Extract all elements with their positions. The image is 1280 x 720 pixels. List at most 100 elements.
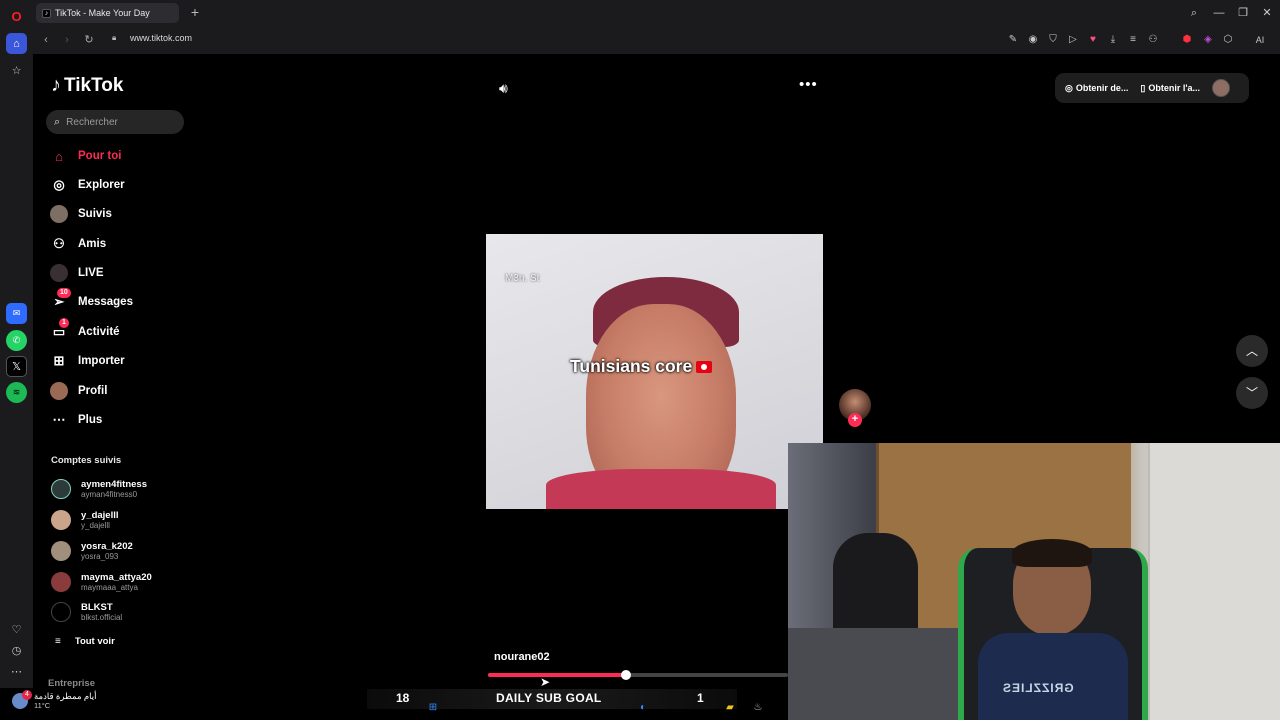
whatsapp-icon[interactable]: ✆ (6, 330, 27, 351)
creator-username[interactable]: nourane02 (494, 651, 550, 663)
get-coins-button[interactable]: ◎ Obtenir de... (1065, 83, 1128, 94)
account-handle: blkst.official (81, 613, 123, 622)
adblock-icon[interactable]: ⬢ (1180, 33, 1194, 47)
browser-tab[interactable]: ♪ TikTok - Make Your Day (36, 3, 179, 23)
url-field[interactable]: www.tiktok.com (130, 33, 192, 43)
new-tab-button[interactable]: + (185, 3, 205, 23)
heart-icon[interactable]: ♡ (6, 619, 27, 640)
play-icon[interactable]: ▷ (1066, 33, 1080, 47)
camera-icon[interactable]: ◉ (1026, 33, 1040, 47)
heart-icon[interactable]: ♥ (1086, 33, 1100, 47)
nav-label: Plus (78, 414, 103, 426)
volume-icon[interactable]: 🔊︎ (499, 80, 508, 97)
windows-start-icon[interactable]: ⊞ (426, 701, 440, 715)
nav-profil[interactable]: Profil (50, 380, 107, 402)
steam-icon[interactable]: ♨ (751, 701, 765, 715)
extensions-icon[interactable]: ⬡ (1221, 33, 1235, 47)
tiktok-logo[interactable]: ♪ TikTok (51, 74, 123, 97)
following-account[interactable]: BLKST blkst.official (51, 599, 122, 625)
video-caption: Tunisians core (570, 356, 713, 377)
profile-avatar[interactable] (1211, 79, 1230, 97)
edge-icon[interactable]: ◐ (636, 701, 650, 715)
reload-button[interactable]: ↻ (80, 31, 98, 49)
progress-fill (488, 673, 626, 677)
account-name: yosra_k202 (81, 541, 133, 552)
see-all-link[interactable]: ≡ Tout voir (55, 636, 115, 647)
following-account[interactable]: mayma_attya20 maymaaa_attya (51, 569, 152, 595)
nav-label: Activité (78, 326, 120, 338)
shield-icon[interactable]: ⛉ (1046, 33, 1060, 47)
video-progress-bar[interactable] (488, 670, 788, 680)
star-icon[interactable]: ☆ (6, 60, 27, 81)
progress-knob[interactable] (621, 670, 631, 680)
restore-button[interactable]: ❐ (1233, 4, 1253, 22)
address-bar: ‹ › ↻ 🔒︎ www.tiktok.com ✎ ◉ ⛉ ▷ ♥ ⤓ ≡ ⚇ … (33, 26, 1280, 54)
weather-widget[interactable]: 4 أيام ممطرة قادمة 11°C (12, 689, 97, 710)
nav-pour-toi[interactable]: ⌂ Pour toi (50, 145, 121, 167)
menu-icon[interactable]: ≡ (1126, 33, 1140, 47)
nav-plus[interactable]: ⋯ Plus (50, 409, 103, 431)
x-twitter-icon[interactable]: 𝕏 (6, 356, 27, 377)
next-video-button[interactable]: ﹀ (1236, 377, 1268, 409)
weather-text: أيام ممطرة قادمة (34, 691, 97, 701)
nav-label: Pour toi (78, 150, 122, 162)
nav-label: Importer (78, 355, 125, 367)
bottom-overlay: 4 أيام ممطرة قادمة 11°C 18 DAILY SUB GOA… (0, 688, 788, 720)
nav-amis[interactable]: ⚇ Amis (50, 233, 106, 255)
minimize-button[interactable]: — (1209, 4, 1229, 22)
video-watermark: M3n. St (505, 273, 540, 284)
following-account[interactable]: aymen4fitness ayman4fitness0 (51, 476, 147, 502)
phone-icon: ▯ (1140, 82, 1146, 93)
video-player[interactable]: M3n. St Tunisians core (486, 234, 823, 509)
following-avatar-icon (50, 205, 68, 223)
video-clothing-shape (546, 469, 776, 509)
weather-icon: 4 (12, 689, 32, 709)
following-account[interactable]: y_dajelll y_dajelll (51, 507, 119, 533)
more-options-icon[interactable]: ⋯ (6, 661, 27, 682)
avatar (51, 510, 71, 530)
caption-text: Tunisians core (570, 356, 693, 376)
history-icon[interactable]: ◷ (6, 640, 27, 661)
search-tabs-icon[interactable]: ⌕ (1184, 4, 1204, 22)
extension-icon[interactable]: ◈ (1201, 33, 1215, 47)
messenger-icon[interactable]: ✉ (6, 303, 27, 324)
account-handle: ayman4fitness0 (81, 490, 138, 499)
spotify-icon[interactable]: ≋ (6, 382, 27, 403)
close-window-button[interactable]: ✕ (1257, 4, 1277, 22)
nav-messages[interactable]: ➢ 10 Messages (50, 288, 133, 313)
nav-explorer[interactable]: ◎ Explorer (50, 174, 124, 196)
home-icon: ⌂ (55, 148, 63, 164)
tab-title: TikTok - Make Your Day (55, 8, 150, 18)
jersey-text: GRIZZLIES (1002, 681, 1074, 695)
home-icon[interactable]: ⌂ (6, 33, 27, 54)
follow-plus-icon[interactable]: + (848, 413, 862, 427)
activity-badge: 1 (59, 318, 69, 328)
get-app-button[interactable]: ▯ Obtenir l'a... (1140, 83, 1200, 94)
following-account[interactable]: yosra_k202 yosra_093 (51, 538, 133, 564)
search-box[interactable]: ⌕ (46, 110, 184, 134)
opera-logo-icon[interactable]: O (6, 6, 27, 27)
more-options-icon[interactable]: ••• (799, 76, 818, 93)
back-button[interactable]: ‹ (37, 31, 55, 49)
activity-icon: ▭ 1 (50, 318, 69, 341)
search-input[interactable] (66, 116, 167, 128)
live-icon (50, 264, 68, 282)
folder-icon[interactable]: ▰ (723, 701, 737, 715)
nav-activite[interactable]: ▭ 1 Activité (50, 318, 120, 343)
previous-video-button[interactable]: ︿ (1236, 335, 1268, 367)
account-handle: yosra_093 (81, 552, 119, 561)
nav-suivis[interactable]: Suivis (50, 203, 112, 225)
coin-icon: ◎ (1065, 82, 1073, 93)
edit-icon[interactable]: ✎ (1006, 33, 1020, 47)
nav-importer[interactable]: ⊞ Importer (50, 350, 125, 372)
nav-live[interactable]: LIVE (50, 262, 104, 284)
account-icon[interactable]: ⚇ (1146, 33, 1160, 47)
messages-icon: ➢ 10 (50, 288, 71, 311)
download-icon[interactable]: ⤓ (1106, 33, 1120, 47)
messages-badge: 10 (57, 288, 71, 298)
forward-button[interactable]: › (58, 31, 76, 49)
get-app-label: Obtenir l'a... (1148, 83, 1200, 93)
ai-button[interactable]: AI (1245, 33, 1275, 47)
friends-icon: ⚇ (53, 236, 65, 251)
browser-sidebar: O ⌂ ☆ ✉ ✆ 𝕏 ≋ ♡ ◷ ⋯ (0, 0, 33, 720)
